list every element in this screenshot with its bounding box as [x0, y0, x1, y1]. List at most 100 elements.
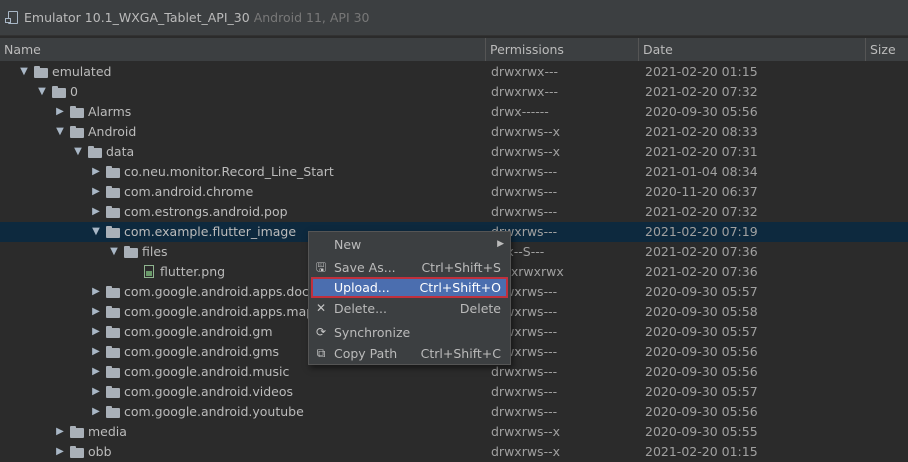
row-date: 2020-11-20 06:37	[645, 184, 758, 199]
expand-right-icon[interactable]: ▶	[90, 302, 102, 322]
folder-icon	[106, 406, 120, 418]
expand-down-icon[interactable]: ▼	[54, 122, 66, 142]
row-date: 2021-02-20 01:15	[645, 64, 758, 79]
tree-row[interactable]: ▼ emulated drwxrwx--- 2021-02-20 01:15	[0, 62, 908, 82]
tree-row[interactable]: ▼ 0 drwxrwx--- 2021-02-20 07:32	[0, 82, 908, 102]
expand-right-icon[interactable]: ▶	[90, 382, 102, 402]
column-size-header[interactable]: Size	[866, 38, 908, 61]
row-permissions: drwxrwx---	[491, 64, 558, 79]
menu-copy-path-shortcut: Ctrl+Shift+C	[420, 346, 501, 361]
folder-icon	[34, 66, 48, 78]
row-name: com.google.android.gm	[124, 324, 273, 339]
row-name: com.example.flutter_image	[124, 224, 297, 239]
window-title: Emulator 10.1_WXGA_Tablet_API_30 Android …	[24, 10, 370, 25]
folder-icon	[106, 386, 120, 398]
row-name: 0	[70, 84, 78, 99]
folder-icon	[106, 306, 120, 318]
menu-item-new[interactable]: New ▶	[311, 234, 508, 255]
expand-right-icon[interactable]: ▶	[54, 422, 66, 442]
tree-row[interactable]: ▶ com.android.chrome drwxrws--- 2020-11-20 …	[0, 182, 908, 202]
expand-down-icon[interactable]: ▼	[72, 142, 84, 162]
expand-right-icon[interactable]: ▶	[90, 402, 102, 422]
expand-right-icon[interactable]: ▶	[90, 182, 102, 202]
expand-right-icon[interactable]: ▶	[90, 162, 102, 182]
expand-down-icon[interactable]: ▼	[36, 82, 48, 102]
folder-icon	[52, 86, 66, 98]
folder-icon	[106, 346, 120, 358]
row-permissions: drwxrws---	[491, 384, 558, 399]
row-name: data	[106, 144, 135, 159]
expand-right-icon[interactable]: ▶	[90, 322, 102, 342]
expand-right-icon[interactable]: ▶	[90, 362, 102, 382]
row-date: 2021-02-20 08:33	[645, 124, 758, 139]
expand-down-icon[interactable]: ▼	[108, 242, 120, 262]
row-permissions: drwxrws---	[491, 364, 558, 379]
tree-row[interactable]: ▶ co.neu.monitor.Record_Line_Start drwxrws…	[0, 162, 908, 182]
folder-icon	[124, 246, 138, 258]
row-date: 2021-02-20 07:32	[645, 84, 758, 99]
menu-save-as-shortcut: Ctrl+Shift+S	[421, 260, 501, 275]
expand-right-icon[interactable]: ▶	[90, 342, 102, 362]
delete-icon: ✕	[315, 301, 327, 315]
tree-row[interactable]: ▶ Alarms drwx------ 2020-09-30 05:56	[0, 102, 908, 122]
folder-icon	[106, 206, 120, 218]
folder-icon	[106, 226, 120, 238]
menu-item-upload[interactable]: Upload... Ctrl+Shift+O	[311, 277, 508, 298]
tree-row[interactable]: ▶ com.google.android.youtube drwxrws--- 202…	[0, 402, 908, 422]
menu-item-delete[interactable]: ✕ Delete... Delete	[311, 298, 508, 319]
menu-item-copy-path[interactable]: ⧉ Copy Path Ctrl+Shift+C	[311, 343, 508, 364]
tree-row[interactable]: ▶ com.google.android.videos drwxrws--- 2020…	[0, 382, 908, 402]
row-date: 2021-01-04 08:34	[645, 164, 758, 179]
row-date: 2020-09-30 05:57	[645, 384, 758, 399]
row-name: com.google.android.apps.maps	[124, 304, 321, 319]
expand-right-icon[interactable]: ▶	[90, 282, 102, 302]
row-date: 2021-02-20 07:32	[645, 204, 758, 219]
device-subtitle: Android 11, API 30	[253, 10, 370, 25]
row-name: com.estrongs.android.pop	[124, 204, 288, 219]
row-permissions: drwxrws---	[491, 204, 558, 219]
menu-synchronize-label: Synchronize	[334, 325, 411, 340]
row-name: com.google.android.gms	[124, 344, 280, 359]
image-file-icon	[144, 265, 154, 278]
menu-upload-shortcut: Ctrl+Shift+O	[419, 280, 501, 295]
menu-delete-label: Delete...	[334, 301, 387, 316]
folder-icon	[106, 186, 120, 198]
menu-delete-shortcut: Delete	[459, 301, 501, 316]
row-name: flutter.png	[160, 264, 226, 279]
menu-item-save-as[interactable]: 🖫 Save As... Ctrl+Shift+S	[311, 257, 508, 278]
tree-row[interactable]: ▶ com.google.android.music drwxrws--- 2020-…	[0, 362, 908, 382]
expand-down-icon[interactable]: ▼	[90, 222, 102, 242]
tree-row[interactable]: ▶ media drwxrws--x 2020-09-30 05:55	[0, 422, 908, 442]
row-date: 2021-02-20 07:31	[645, 144, 758, 159]
row-name: files	[142, 244, 168, 259]
column-name-header[interactable]: Name	[0, 38, 486, 61]
menu-upload-label: Upload...	[334, 280, 390, 295]
row-name: co.neu.monitor.Record_Line_Start	[124, 164, 334, 179]
row-permissions: drwxrws--x	[491, 424, 560, 439]
row-date: 2020-09-30 05:57	[645, 324, 758, 339]
row-date: 2020-09-30 05:57	[645, 284, 758, 299]
folder-icon	[70, 106, 84, 118]
device-name: Emulator 10.1_WXGA_Tablet_API_30	[24, 10, 250, 25]
expand-right-icon[interactable]: ▶	[54, 102, 66, 122]
tree-row[interactable]: ▶ com.estrongs.android.pop drwxrws--- 2021-…	[0, 202, 908, 222]
row-name: com.google.android.videos	[124, 384, 294, 399]
column-date-header[interactable]: Date	[639, 38, 866, 61]
window-title-bar: Emulator 10.1_WXGA_Tablet_API_30 Android …	[0, 0, 908, 36]
column-header: Name Permissions Date Size	[0, 38, 908, 62]
menu-item-synchronize[interactable]: ⟳ Synchronize	[311, 322, 508, 343]
row-date: 2020-09-30 05:56	[645, 404, 758, 419]
expand-right-icon[interactable]: ▶	[54, 442, 66, 462]
expand-right-icon[interactable]: ▶	[90, 202, 102, 222]
row-date: 2020-09-30 05:56	[645, 364, 758, 379]
folder-icon	[106, 366, 120, 378]
column-permissions-header[interactable]: Permissions	[486, 38, 639, 61]
expand-down-icon[interactable]: ▼	[18, 62, 30, 82]
tree-row[interactable]: ▼ data drwxrws--x 2021-02-20 07:31	[0, 142, 908, 162]
folder-icon	[70, 126, 84, 138]
row-permissions: drwxrws---	[491, 184, 558, 199]
tree-row[interactable]: ▶ obb drwxrws--x 2021-02-20 01:15	[0, 442, 908, 462]
tree-row[interactable]: ▼ Android drwxrws--x 2021-02-20 08:33	[0, 122, 908, 142]
folder-icon	[106, 326, 120, 338]
row-name: emulated	[52, 64, 112, 79]
